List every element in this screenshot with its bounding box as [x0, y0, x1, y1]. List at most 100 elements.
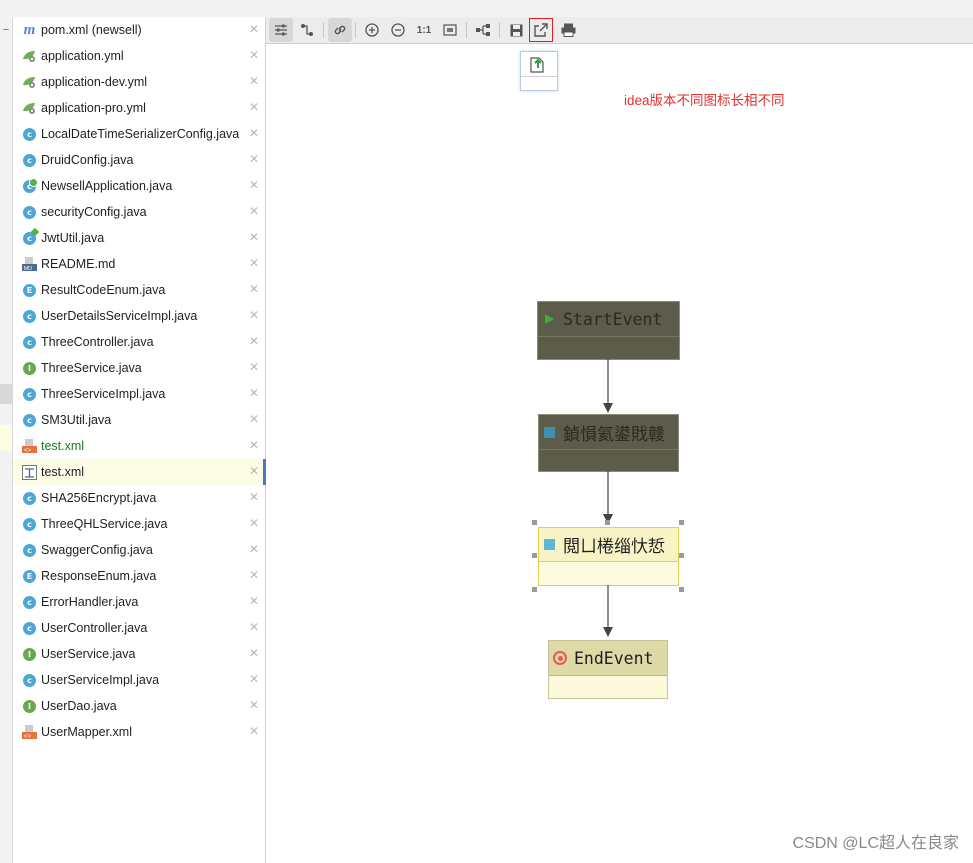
end-event-icon [553, 651, 567, 665]
close-icon[interactable]: ✕ [249, 517, 259, 529]
file-tab-item[interactable]: c SHA256Encrypt.java ✕ [13, 485, 265, 511]
file-tab-item[interactable]: c ThreeServiceImpl.java ✕ [13, 381, 265, 407]
class-icon: c [22, 621, 37, 636]
close-icon[interactable]: ✕ [249, 673, 259, 685]
close-icon[interactable]: ✕ [249, 413, 259, 425]
close-icon[interactable]: ✕ [249, 725, 259, 737]
close-icon[interactable]: ✕ [249, 153, 259, 165]
close-icon[interactable]: ✕ [249, 23, 259, 35]
fit-content-icon[interactable] [438, 18, 462, 42]
file-tab-item[interactable]: c NewsellApplication.java ✕ [13, 173, 265, 199]
close-icon[interactable]: ✕ [249, 361, 259, 373]
end-event-node[interactable]: EndEvent [548, 640, 668, 699]
export-icon[interactable] [529, 18, 553, 42]
selection-handle[interactable] [532, 520, 537, 525]
class-icon: c [22, 127, 37, 142]
layout-icon[interactable] [471, 18, 495, 42]
file-tab-item[interactable]: <> UserMapper.xml ✕ [13, 719, 265, 745]
diagram-toolbar: 1:1 [266, 17, 973, 44]
file-tab-item[interactable]: c ThreeController.java ✕ [13, 329, 265, 355]
file-name: securityConfig.java [41, 205, 147, 219]
file-tab-item[interactable]: I UserService.java ✕ [13, 641, 265, 667]
selection-handle[interactable] [679, 587, 684, 592]
file-tab-item[interactable]: I ThreeService.java ✕ [13, 355, 265, 381]
close-icon[interactable]: ✕ [249, 491, 259, 503]
file-name: SwaggerConfig.java [41, 543, 153, 557]
zoom-in-icon[interactable] [360, 18, 384, 42]
file-name: JwtUtil.java [41, 231, 105, 245]
properties-icon[interactable] [269, 18, 293, 42]
file-tab-item[interactable]: c UserDetailsServiceImpl.java ✕ [13, 303, 265, 329]
left-gutter: − [0, 17, 13, 863]
file-tab-item[interactable]: c DruidConfig.java ✕ [13, 147, 265, 173]
save-icon[interactable] [504, 18, 528, 42]
selection-handle[interactable] [532, 553, 537, 558]
file-name: ResultCodeEnum.java [41, 283, 166, 297]
file-tab-item[interactable]: c securityConfig.java ✕ [13, 199, 265, 225]
close-icon[interactable]: ✕ [249, 101, 259, 113]
close-icon[interactable]: ✕ [249, 335, 259, 347]
file-name: NewsellApplication.java [41, 179, 173, 193]
node-label: 鍞愪氦鍙戝竷 [563, 424, 665, 445]
file-tab-item[interactable]: c ThreeQHLService.java ✕ [13, 511, 265, 537]
close-icon[interactable]: ✕ [249, 569, 259, 581]
close-icon[interactable]: ✕ [249, 205, 259, 217]
file-tab-item[interactable]: application-dev.yml ✕ [13, 69, 265, 95]
file-tab-item[interactable]: c ErrorHandler.java ✕ [13, 589, 265, 615]
close-icon[interactable]: ✕ [249, 439, 259, 451]
close-icon[interactable]: ✕ [249, 75, 259, 87]
selection-handle[interactable] [679, 520, 684, 525]
close-icon[interactable]: ✕ [249, 647, 259, 659]
file-tab-item[interactable]: m pom.xml (newsell) ✕ [13, 17, 265, 43]
user-task-node[interactable]: 鍞愪氦鍙戝竷 [538, 414, 679, 472]
close-icon[interactable]: ✕ [249, 309, 259, 321]
close-icon[interactable]: ✕ [249, 49, 259, 61]
file-tab-item[interactable]: c UserServiceImpl.java ✕ [13, 667, 265, 693]
file-tab-item[interactable]: application-pro.yml ✕ [13, 95, 265, 121]
print-icon[interactable] [556, 18, 580, 42]
close-icon[interactable]: ✕ [249, 283, 259, 295]
file-name: application.yml [41, 49, 124, 63]
svg-text:<>: <> [24, 734, 32, 739]
file-tab-item[interactable]: c LocalDateTimeSerializerConfig.java ✕ [13, 121, 265, 147]
close-icon[interactable]: ✕ [249, 231, 259, 243]
zoom-out-icon[interactable] [386, 18, 410, 42]
svg-text:MD: MD [24, 266, 33, 271]
edge-route-icon[interactable] [295, 18, 319, 42]
file-name: UserController.java [41, 621, 148, 635]
close-icon[interactable]: ✕ [249, 465, 259, 477]
spring-class-icon: c [22, 227, 40, 246]
export-file-icon [529, 55, 547, 78]
selection-handle[interactable] [679, 553, 684, 558]
close-icon[interactable]: ✕ [249, 179, 259, 191]
file-tab-item[interactable]: E ResponseEnum.java ✕ [13, 563, 265, 589]
link-icon[interactable] [328, 18, 352, 42]
selection-handle[interactable] [532, 587, 537, 592]
file-tab-item[interactable]: c UserController.java ✕ [13, 615, 265, 641]
close-icon[interactable]: ✕ [249, 699, 259, 711]
file-tab-item[interactable]: MD README.md ✕ [13, 251, 265, 277]
start-event-node[interactable]: StartEvent [537, 301, 680, 360]
file-name: ThreeService.java [41, 361, 142, 375]
close-icon[interactable]: ✕ [249, 387, 259, 399]
close-icon[interactable]: ✕ [249, 621, 259, 633]
selection-handle[interactable] [605, 520, 610, 525]
actual-size-icon[interactable]: 1:1 [412, 18, 436, 42]
file-tab-item[interactable]: c JwtUtil.java ✕ [13, 225, 265, 251]
close-icon[interactable]: ✕ [249, 127, 259, 139]
file-tab-item[interactable]: test.xml ✕ [13, 459, 266, 485]
file-tab-item[interactable]: c SwaggerConfig.java ✕ [13, 537, 265, 563]
enum-icon: E [22, 283, 37, 298]
class-icon: c [22, 309, 37, 324]
close-icon[interactable]: ✕ [249, 543, 259, 555]
close-icon[interactable]: ✕ [249, 595, 259, 607]
file-tab-item[interactable]: c SM3Util.java ✕ [13, 407, 265, 433]
file-tab-item[interactable]: application.yml ✕ [13, 43, 265, 69]
popup-divider [521, 76, 557, 77]
file-tab-item[interactable]: E ResultCodeEnum.java ✕ [13, 277, 265, 303]
selected-user-task-node[interactable]: 閲ㄩ棬缁忕悊 [538, 527, 679, 586]
file-tab-item[interactable]: <> test.xml ✕ [13, 433, 265, 459]
close-icon[interactable]: ✕ [249, 257, 259, 269]
class-icon: c [22, 387, 37, 402]
file-tab-item[interactable]: I UserDao.java ✕ [13, 693, 265, 719]
